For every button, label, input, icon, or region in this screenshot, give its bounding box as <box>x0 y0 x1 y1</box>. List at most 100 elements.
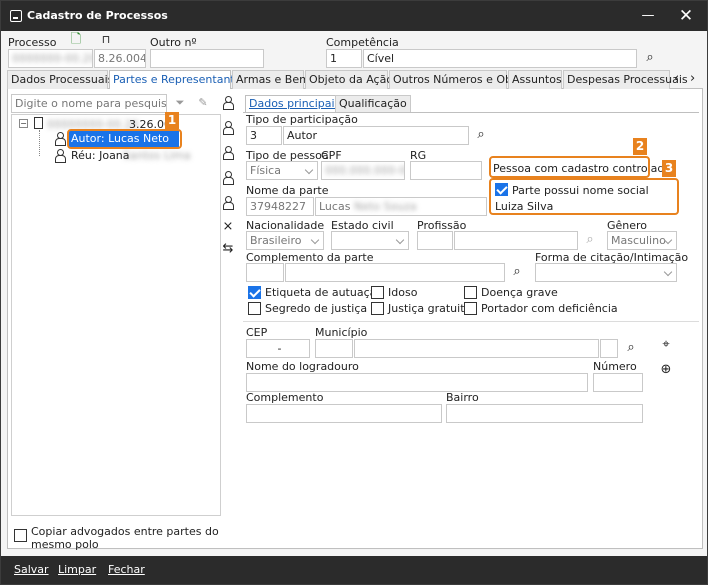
fechar-button[interactable]: Fechar <box>108 563 145 576</box>
tree-item-reu[interactable]: Réu: Joana <box>71 149 130 162</box>
logradouro-label: Nome do logradouro <box>246 360 359 373</box>
autor-person-icon <box>55 132 66 147</box>
parties-tree <box>11 114 221 516</box>
competencia-code-field[interactable]: 1 <box>326 49 362 68</box>
remove-party-icon[interactable] <box>220 196 236 212</box>
tab-assuntos[interactable]: Assuntos <box>508 70 562 89</box>
tipo-participacao-code[interactable]: 3 <box>246 126 282 145</box>
tab-objeto-acao[interactable]: Objeto da Ação <box>305 70 393 89</box>
bookmark-icon[interactable]: ⊓ <box>97 31 115 49</box>
window-title: Cadastro de Processos <box>27 9 168 22</box>
footer-bar: Salvar Limpar Fechar <box>1 556 707 584</box>
idoso-label: Idoso <box>388 286 418 299</box>
doenca-grave-label: Doença grave <box>481 286 558 299</box>
tab-partes-representantes[interactable]: Partes e Representantes <box>109 70 247 90</box>
reu-person-icon <box>55 149 66 164</box>
section-divider <box>243 321 699 322</box>
copy-lawyers-label: Copiar advogados entre partes do mesmo p… <box>31 525 219 551</box>
annotation-badge-1: 1 <box>165 112 179 129</box>
annotation-badge-3: 3 <box>662 160 676 177</box>
profissao-field[interactable] <box>454 231 578 250</box>
tab-dados-processuais[interactable]: Dados Processuais <box>7 70 113 89</box>
profissao-code[interactable] <box>417 231 453 250</box>
search-icon[interactable]: ⌕ <box>641 49 659 67</box>
nome-parte-value: Lucas <box>319 200 351 213</box>
tree-line <box>39 130 40 156</box>
nome-social-value[interactable]: Luiza Silva <box>495 200 553 213</box>
tab-prev-arrow[interactable]: ‹ <box>674 71 679 86</box>
genero-select[interactable]: Masculino <box>607 231 677 250</box>
bairro-field[interactable] <box>446 404 643 423</box>
complemento-label: Complemento <box>246 391 324 404</box>
nome-social-checkbox[interactable] <box>495 183 508 196</box>
complemento-parte-field[interactable] <box>285 263 505 282</box>
nome-social-label: Parte possui nome social <box>512 184 649 197</box>
cep-field[interactable]: - <box>246 339 310 358</box>
copy-lawyers-checkbox[interactable] <box>14 529 27 542</box>
complemento-parte-code[interactable] <box>246 263 284 282</box>
delete-party-icon[interactable]: ⨯ <box>220 219 236 235</box>
new-document-icon[interactable]: 🗋 <box>67 31 85 49</box>
process-folder-icon <box>34 117 43 129</box>
tree-search-input[interactable]: Digite o nome para pesquisa... <box>11 94 167 113</box>
nome-parte-code[interactable]: 37948227 <box>246 197 314 216</box>
search-icon[interactable]: ⌕ <box>472 126 490 144</box>
minimize-button[interactable]: — <box>633 7 663 25</box>
municipio-field[interactable] <box>354 339 599 358</box>
tipo-pessoa-select[interactable]: Física <box>246 161 318 180</box>
forma-citacao-select[interactable] <box>535 263 677 282</box>
numero-field[interactable] <box>593 373 643 392</box>
etiqueta-autuacao-checkbox[interactable] <box>248 286 261 299</box>
subtab-dados-principais[interactable]: Dados principais <box>245 95 345 112</box>
search-icon[interactable]: ⌕ <box>508 263 526 281</box>
nome-parte-field[interactable]: Lucas Neto Souza <box>315 197 487 216</box>
app-icon <box>10 10 22 22</box>
filter-icon[interactable]: ⏷ <box>171 94 189 112</box>
tab-armas-bens[interactable]: Armas e Bens <box>232 70 312 89</box>
municipio-code[interactable] <box>315 339 353 358</box>
processo-prefix-field[interactable]: 0000000-00.202 <box>8 49 93 68</box>
municipio-uf-field[interactable] <box>600 339 618 358</box>
competencia-field[interactable]: Cível <box>363 49 637 68</box>
tab-despesas-processuais[interactable]: Despesas Processuais <box>563 70 688 89</box>
tab-outros-numeros[interactable]: Outros Números e Obs. <box>389 70 521 89</box>
limpar-button[interactable]: Limpar <box>58 563 96 576</box>
outro-field[interactable] <box>150 49 264 68</box>
salvar-button[interactable]: Salvar <box>14 563 49 576</box>
add-party-icon[interactable] <box>220 96 236 112</box>
tree-collapse-icon[interactable]: − <box>19 119 28 128</box>
justica-gratuita-checkbox[interactable] <box>371 302 384 315</box>
locate-address-icon[interactable]: ⌖ <box>657 336 675 354</box>
highlight-box-1 <box>67 129 182 149</box>
tab-next-arrow[interactable]: › <box>690 71 695 86</box>
doenca-grave-checkbox[interactable] <box>464 286 477 299</box>
add-representative-icon[interactable] <box>220 146 236 162</box>
complemento-field[interactable] <box>246 404 442 423</box>
title-bar: Cadastro de Processos — ✕ <box>1 1 707 31</box>
estado-civil-select[interactable] <box>331 231 409 250</box>
processo-field[interactable]: 8.26.0048 <box>94 49 146 68</box>
portador-deficiencia-checkbox[interactable] <box>464 302 477 315</box>
tipo-participacao-field[interactable]: Autor <box>283 126 469 145</box>
idoso-checkbox[interactable] <box>371 286 384 299</box>
edit-party-icon[interactable] <box>220 171 236 187</box>
rg-field[interactable] <box>410 161 482 180</box>
search-icon[interactable]: ⌕ <box>581 231 599 249</box>
justica-gratuita-label: Justiça gratuita <box>388 302 472 315</box>
search-icon[interactable]: ⌕ <box>622 339 640 357</box>
numero-label: Número <box>593 360 637 373</box>
cep-label: CEP <box>246 326 268 339</box>
clear-filter-icon[interactable]: ✎ <box>194 94 212 112</box>
segredo-justica-checkbox[interactable] <box>248 302 261 315</box>
swap-party-icon[interactable]: ⇆ <box>220 241 236 257</box>
nacionalidade-select[interactable]: Brasileiro <box>246 231 324 250</box>
cpf-field[interactable]: 000.000.000-00 <box>321 161 405 180</box>
annotation-badge-2: 2 <box>633 138 647 155</box>
logradouro-field[interactable] <box>246 373 588 392</box>
map-add-icon[interactable]: ⊕ <box>657 361 675 379</box>
segredo-justica-label: Segredo de justiça <box>265 302 368 315</box>
close-button[interactable]: ✕ <box>671 5 701 27</box>
subtab-qualificacao[interactable]: Qualificação <box>335 95 411 112</box>
tipo-participacao-label: Tipo de participação <box>246 113 358 126</box>
add-lawyer-icon[interactable] <box>220 121 236 137</box>
